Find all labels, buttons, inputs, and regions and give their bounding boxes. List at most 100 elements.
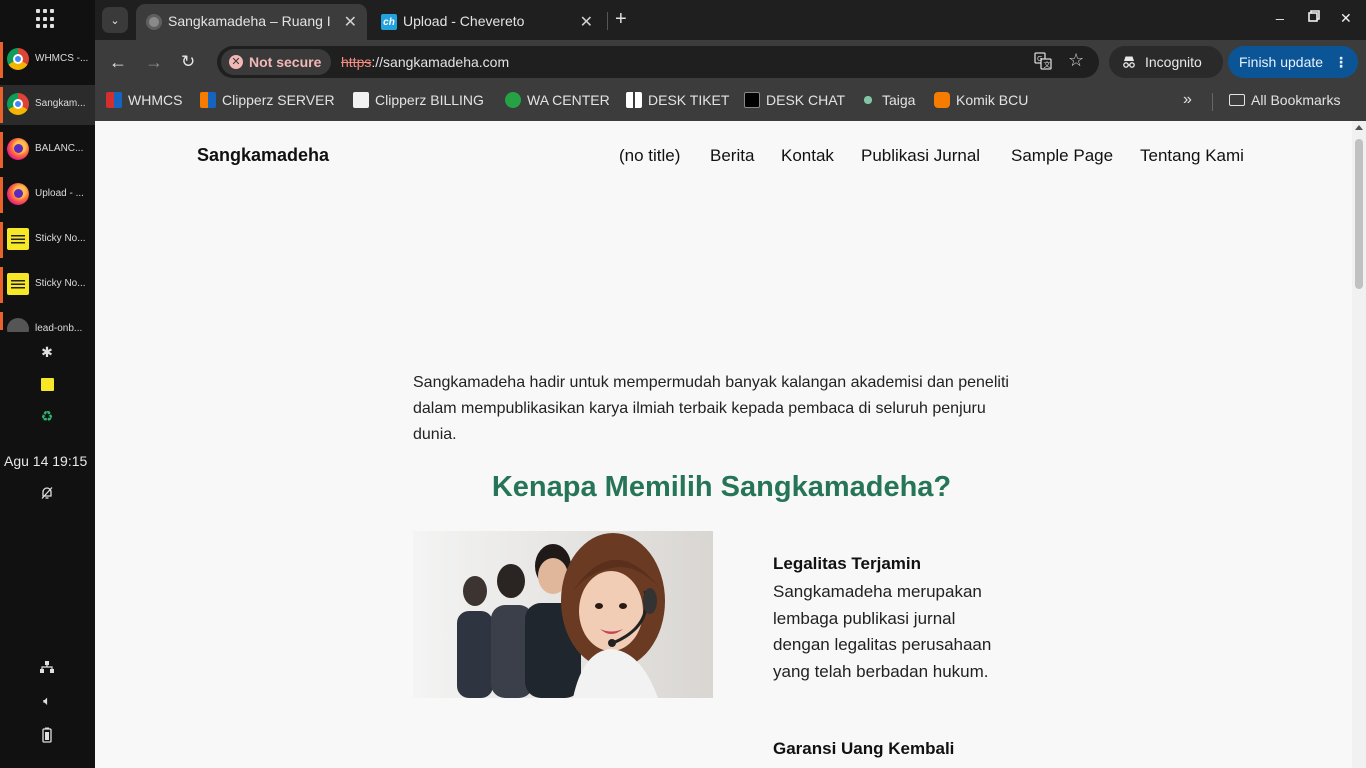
whmcs-icon [106,92,122,108]
svg-text:G: G [1037,55,1042,63]
taiga-icon [860,92,876,108]
taskbar-item-label: Upload - ... [35,188,84,199]
bookmark-clipperz-server[interactable]: Clipperz SERVER [200,92,335,108]
taskbar-item-balance[interactable]: BALANC... [0,130,95,170]
taskbar-item-sangkamadeha[interactable]: Sangkam... [0,85,95,125]
browser-toolbar: ← → ↻ ✕ Not secure https://sangkamadeha.… [95,40,1366,84]
scroll-up-arrow-icon[interactable] [1355,125,1363,130]
back-arrow-icon[interactable]: ← [109,52,127,73]
nav-link-berita[interactable]: Berita [710,146,754,166]
nav-link-kontak[interactable]: Kontak [781,146,834,166]
volume-icon[interactable]: 🔈︎ [38,692,56,710]
bookmark-komik-bcu[interactable]: Komik BCU [934,92,1028,108]
browser-window: ⌄ Sangkamadeha – Ruang I ✕ ch Upload - C… [95,0,1366,768]
clock[interactable]: Agu 14 19:15 [4,453,87,469]
nav-link-tentang-kami[interactable]: Tentang Kami [1140,146,1244,166]
taskbar-item-sticky-notes-2[interactable]: Sticky No... [0,265,95,305]
close-tab-icon[interactable]: ✕ [344,12,357,32]
nav-link-sample-page[interactable]: Sample Page [1011,146,1113,166]
desk-icon [744,92,760,108]
all-bookmarks-label: All Bookmarks [1251,92,1341,108]
new-tab-icon[interactable]: + [615,8,627,31]
site-title[interactable]: Sangkamadeha [197,145,329,166]
intro-paragraph: Sangkamadeha hadir untuk mempermudah ban… [413,374,1009,443]
bookmark-desk-chat[interactable]: DESK CHAT [744,92,845,108]
taskbar-item-label: lead-onb... [35,323,83,332]
close-tab-icon[interactable]: ✕ [580,12,593,32]
more-bookmarks-icon[interactable]: » [1183,91,1192,109]
taskbar-item-lead-onb[interactable]: lead-onb... [0,310,95,332]
taskbar-item-sticky-notes-1[interactable]: Sticky No... [0,220,95,260]
taskbar-item-label: Sangkam... [35,98,86,109]
taskbar-item-label: BALANC... [35,143,84,154]
forward-arrow-icon[interactable]: → [145,52,163,73]
taskbar-item-label: Sticky No... [35,278,86,289]
bookmark-clipperz-billing[interactable]: Clipperz BILLING [353,92,484,108]
tab-sangkamadeha[interactable]: Sangkamadeha – Ruang I ✕ [136,4,367,40]
tab-title: Upload - Chevereto [403,13,525,29]
network-icon[interactable] [38,658,56,676]
all-bookmarks-button[interactable]: All Bookmarks [1229,92,1340,108]
slack-icon[interactable]: ✱ [38,343,56,361]
bookmarks-divider [1212,93,1213,111]
bookmark-label: Clipperz SERVER [222,92,335,108]
translate-icon[interactable]: G文 [1034,52,1052,75]
nav-link-no-title[interactable]: (no title) [619,146,680,166]
apps-grid-icon[interactable] [36,9,56,29]
notifications-off-icon[interactable] [38,484,56,502]
clipperz-icon [200,92,216,108]
chrome-icon [7,93,29,115]
bookmark-label: WA CENTER [527,92,610,108]
taskbar-item-label: WHMCS -... [35,53,89,64]
taskbar-item-upload[interactable]: Upload - ... [0,175,95,215]
nav-link-publikasi-jurnal[interactable]: Publikasi Jurnal [861,146,980,166]
reload-icon[interactable]: ↻ [181,52,195,72]
tab-upload-chevereto[interactable]: ch Upload - Chevereto ✕ [371,4,603,40]
bookmark-whmcs[interactable]: WHMCS [106,92,182,108]
kebab-menu-icon[interactable]: ⋮ [1334,46,1348,78]
sticky-notes-icon [7,228,29,250]
call-center-photo [413,531,713,698]
blogger-icon [934,92,950,108]
bookmark-label: WHMCS [128,92,183,108]
bookmark-wa-center[interactable]: WA CENTER [505,92,610,108]
incognito-chip[interactable]: Incognito [1109,46,1223,78]
feature-title-garansi: Garansi Uang Kembali [773,739,955,758]
clipperz-icon [353,92,369,108]
close-window-icon[interactable]: ✕ [1340,10,1352,27]
bookmark-desk-tiket[interactable]: DESK TIKET [626,92,729,108]
minimize-icon[interactable]: _ [1276,4,1284,20]
finish-update-label: Finish update [1239,54,1324,70]
folder-icon [1229,94,1245,106]
bookmark-label: Clipperz BILLING [375,92,484,108]
svg-text:文: 文 [1044,60,1051,69]
firefox-icon [7,138,29,160]
page-scrollbar[interactable] [1352,121,1366,768]
address-bar[interactable]: ✕ Not secure https://sangkamadeha.com G文… [217,46,1099,78]
restore-icon[interactable] [1308,9,1320,25]
tab-search-chevron-icon[interactable]: ⌄ [102,7,128,33]
app-icon [7,318,29,332]
chevereto-icon: ch [381,14,397,30]
bookmark-taiga[interactable]: Taiga [860,92,915,108]
tab-strip: ⌄ Sangkamadeha – Ruang I ✕ ch Upload - C… [95,0,1366,40]
section-heading: Kenapa Memilih Sangkamadeha? [491,471,952,503]
whatsapp-icon [505,92,521,108]
scrollbar-thumb[interactable] [1355,139,1363,289]
taskbar-item-label: Sticky No... [35,233,86,244]
bookmark-star-icon[interactable]: ☆ [1068,50,1084,71]
sticky-notes-tray-icon[interactable] [38,375,56,393]
taskbar: WHMCS -... Sangkam... BALANC... Upload -… [0,0,95,768]
taskbar-item-whmcs[interactable]: WHMCS -... [0,40,95,80]
recycle-icon[interactable]: ♻ [38,407,56,425]
battery-icon[interactable] [38,726,56,744]
sticky-notes-icon [7,273,29,295]
incognito-icon [1121,46,1137,82]
url-text[interactable]: https://sangkamadeha.com [341,54,509,70]
bookmark-label: Taiga [882,92,916,108]
bookmark-label: Komik BCU [956,92,1029,108]
security-chip[interactable]: ✕ Not secure [221,49,332,75]
security-label: Not secure [249,54,322,70]
finish-update-button[interactable]: Finish update ⋮ [1228,46,1358,78]
feature-title-legalitas: Legalitas Terjamin [773,554,922,573]
